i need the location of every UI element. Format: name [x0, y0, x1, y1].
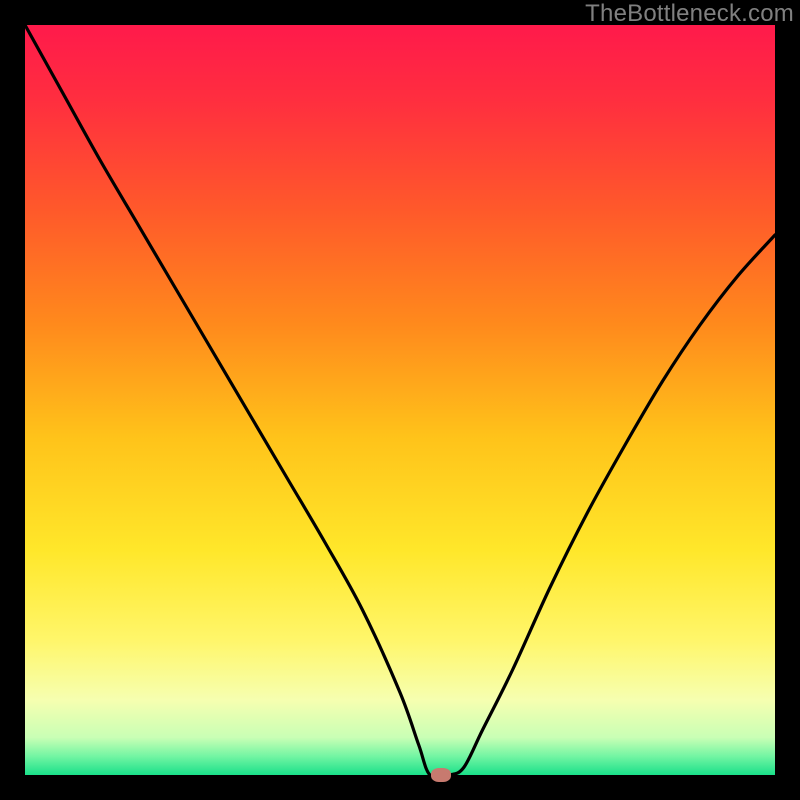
gradient-background — [25, 25, 775, 775]
chart-minimum-marker — [431, 768, 451, 782]
chart-svg — [0, 0, 800, 800]
watermark-text: TheBottleneck.com — [585, 0, 794, 28]
chart-frame: TheBottleneck.com — [0, 0, 800, 800]
